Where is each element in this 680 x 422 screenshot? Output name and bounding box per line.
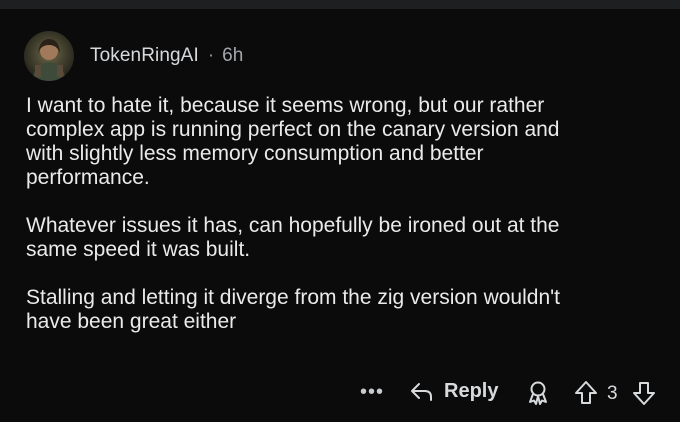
more-options-button[interactable]: ••• — [360, 382, 384, 402]
vote-count: 3 — [607, 383, 618, 404]
award-button[interactable] — [526, 380, 550, 411]
comment-action-bar: ••• Reply 3 — [0, 372, 680, 416]
reply-label: Reply — [444, 380, 499, 402]
meta-separator: · — [207, 45, 215, 66]
comment-paragraph: Stalling and letting it diverge from the… — [26, 286, 560, 333]
comment-paragraph: Whatever issues it has, can hopefully be… — [26, 214, 560, 261]
comment-screen: TokenRingAI · 6h I want to hate it, beca… — [0, 0, 680, 422]
comment-header: TokenRingAI · 6h — [24, 30, 243, 82]
upvote-arrow-icon — [575, 381, 597, 404]
downvote-button[interactable] — [632, 380, 656, 411]
award-icon — [529, 381, 547, 405]
post-time: 6h — [222, 45, 244, 66]
top-divider-strip — [0, 0, 680, 9]
upvote-button[interactable] — [574, 380, 598, 411]
reply-arrow-icon — [411, 382, 432, 401]
avatar-image-icon — [24, 31, 74, 81]
avatar[interactable] — [24, 31, 74, 81]
comment-body: I want to hate it, because it seems wron… — [26, 94, 666, 358]
author-name[interactable]: TokenRingAI — [90, 45, 199, 67]
downvote-arrow-icon — [633, 382, 655, 405]
reply-button[interactable]: Reply — [410, 380, 498, 403]
comment-paragraph: I want to hate it, because it seems wron… — [26, 94, 560, 189]
